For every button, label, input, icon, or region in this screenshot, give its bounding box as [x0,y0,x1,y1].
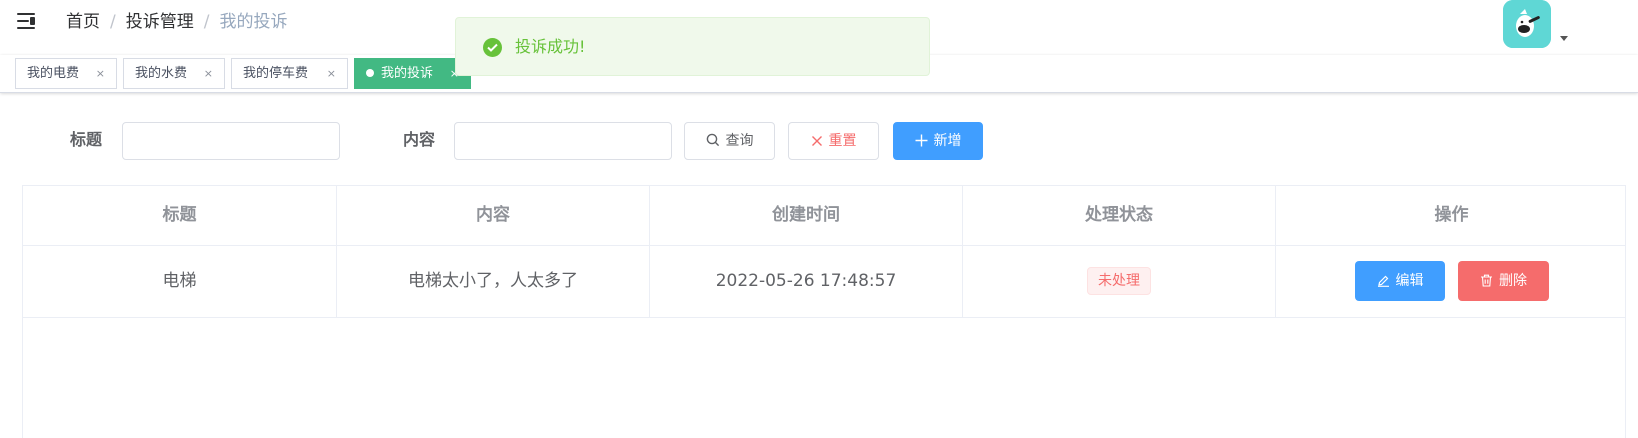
add-label: 新增 [933,133,962,149]
delete-button[interactable]: 删除 [1458,261,1549,301]
message-text: 投诉成功! [515,37,586,56]
add-button[interactable]: 新增 [893,122,983,160]
column-header: 操作 [1434,205,1469,225]
title-input[interactable] [122,122,340,160]
cell-title: 电梯 [23,246,337,317]
avatar-dropdown-caret-icon[interactable] [1560,36,1568,41]
tab-close-icon[interactable]: × [327,59,336,88]
tab-label: 我的投诉 [381,66,434,81]
query-button[interactable]: 查询 [684,122,775,160]
tab-close-icon[interactable]: × [96,59,105,88]
avatar-image [1503,0,1551,48]
active-dot-icon [366,69,374,77]
column-header: 标题 [23,186,337,245]
cell-actions: 编辑 删除 [1276,246,1627,317]
column-header: 创建时间 [650,186,963,245]
tab-label: 我的停车费 [243,66,309,81]
breadcrumb-separator: / [110,12,116,32]
cell-created-time: 2022-05-26 17:48:57 [650,246,963,317]
tab-my-electricity[interactable]: 我的电费 × [15,58,117,89]
close-icon [811,125,823,161]
table-header: 标题 内容 创建时间 处理状态 操作 [23,186,1625,246]
title-label: 标题 [70,130,103,149]
delete-label: 删除 [1499,273,1527,289]
breadcrumb-home[interactable]: 首页 [66,12,100,32]
tab-my-complaints[interactable]: 我的投诉 × [354,58,471,89]
breadcrumb-complaint-management[interactable]: 投诉管理 [126,12,194,32]
search-icon [706,125,720,161]
tab-label: 我的水费 [135,66,188,81]
cell-content: 电梯太小了，人太多了 [337,246,650,317]
breadcrumb-separator: / [203,12,210,32]
edit-button[interactable]: 编辑 [1355,261,1445,301]
tab-my-water[interactable]: 我的水费 × [123,58,225,89]
tab-my-parking[interactable]: 我的停车费 × [231,58,348,89]
complaints-table: 标题 内容 创建时间 处理状态 操作 电梯 电梯太小了，人太多了 2022-05… [22,185,1626,438]
status-badge: 未处理 [1087,267,1151,295]
breadcrumb-my-complaints: 我的投诉 [219,12,288,32]
query-label: 查询 [725,133,754,149]
success-message: 投诉成功! [455,17,930,76]
hamburger-menu-icon[interactable] [17,12,37,30]
reset-label: 重置 [828,133,857,149]
avatar[interactable] [1503,0,1551,48]
breadcrumb: 首页 / 投诉管理 / 我的投诉 [66,10,287,34]
plus-icon [915,125,928,161]
reset-button[interactable]: 重置 [788,122,879,160]
success-check-icon [483,38,502,57]
cell-status: 未处理 [963,246,1276,317]
tab-label: 我的电费 [27,66,80,81]
edit-icon [1377,263,1390,303]
search-form: 标题 内容 查询 重置 新增 [0,118,1638,162]
tab-close-icon[interactable]: × [204,59,213,88]
trash-icon [1480,263,1493,303]
content-label: 内容 [403,130,436,149]
table-row: 电梯 电梯太小了，人太多了 2022-05-26 17:48:57 未处理 编辑… [23,246,1625,318]
content-input[interactable] [454,122,672,160]
column-header: 处理状态 [963,186,1276,245]
edit-label: 编辑 [1395,273,1424,289]
column-header: 内容 [337,186,650,245]
